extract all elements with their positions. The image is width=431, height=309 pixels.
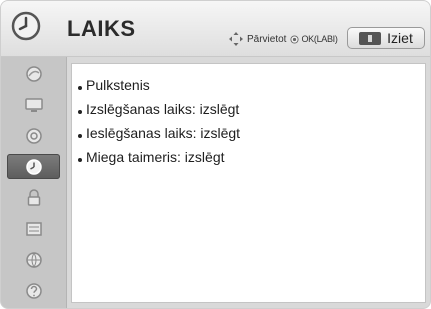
exit-icon	[359, 31, 382, 45]
menu-item-on-time[interactable]: Ieslēgšanas laiks: izslēgt	[78, 125, 240, 141]
clock-icon	[11, 11, 41, 41]
menu-item-label: Izslēgšanas laiks: izslēgt	[86, 101, 240, 117]
sidebar-item-picture[interactable]	[7, 61, 60, 86]
bullet-icon	[78, 110, 82, 114]
lock-icon	[27, 188, 40, 206]
dpad-arrows-icon	[229, 32, 243, 46]
sidebar-item-audio[interactable]	[7, 123, 60, 148]
menu-item-label: Pulkstenis	[86, 77, 150, 93]
page-title: LAIKS	[67, 16, 136, 41]
sidebar-item-option[interactable]	[7, 216, 60, 241]
navigation-hint: Pārvietot OK(LABI)	[229, 32, 338, 46]
menu-item-clock[interactable]: Pulkstenis	[78, 77, 150, 93]
menu-item-sleep-timer[interactable]: Miega taimeris: izslēgt	[78, 149, 225, 165]
sidebar-item-network[interactable]	[7, 247, 60, 272]
sidebar-item-support[interactable]	[7, 278, 60, 303]
audio-icon	[25, 127, 42, 144]
screen-icon	[24, 97, 43, 112]
time-icon	[25, 158, 42, 175]
sidebar	[1, 57, 67, 308]
exit-button[interactable]: Iziet	[347, 27, 425, 49]
move-label: Pārvietot	[247, 33, 287, 45]
network-icon	[25, 251, 42, 268]
ok-label: OK(LABI)	[301, 34, 338, 44]
option-icon	[25, 221, 42, 236]
sidebar-item-screen[interactable]	[7, 92, 60, 117]
bullet-icon	[78, 134, 82, 138]
time-menu-window: LAIKS Pārvietot OK(LABI) Iziet Pulksteni…	[0, 0, 431, 309]
ok-button-icon	[290, 34, 300, 44]
support-icon	[25, 282, 42, 299]
sidebar-item-time[interactable]	[7, 154, 60, 179]
menu-item-label: Miega taimeris: izslēgt	[86, 149, 225, 165]
bullet-icon	[78, 158, 82, 162]
bullet-icon	[78, 86, 82, 90]
sidebar-item-lock[interactable]	[7, 185, 60, 210]
menu-item-label: Ieslēgšanas laiks: izslēgt	[86, 125, 241, 141]
picture-icon	[25, 65, 42, 82]
header-bar: LAIKS Pārvietot OK(LABI) Iziet	[1, 1, 430, 57]
menu-panel: Pulkstenis Izslēgšanas laiks: izslēgt Ie…	[71, 63, 426, 303]
menu-item-off-time[interactable]: Izslēgšanas laiks: izslēgt	[78, 101, 239, 117]
exit-label: Iziet	[387, 30, 413, 46]
